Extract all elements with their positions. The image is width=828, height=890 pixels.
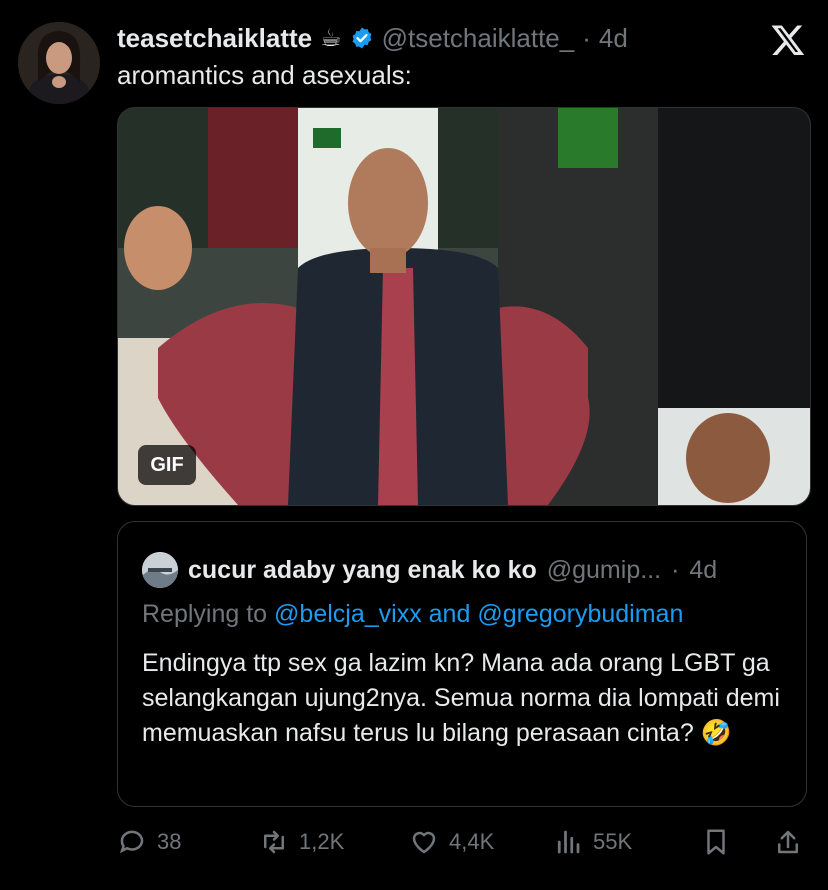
separator-dot: · bbox=[582, 22, 591, 53]
verified-badge-icon bbox=[350, 26, 374, 50]
views-button[interactable]: 55K bbox=[553, 822, 632, 862]
quoted-tweet[interactable]: cucur adaby yang enak ko ko @gumip... · … bbox=[117, 521, 807, 807]
repost-button[interactable]: 1,2K bbox=[259, 822, 344, 862]
views-count: 55K bbox=[593, 829, 633, 854]
quote-author-handle[interactable]: @gumip... bbox=[547, 556, 661, 585]
repost-count: 1,2K bbox=[299, 829, 345, 854]
gif-badge: GIF bbox=[138, 445, 196, 485]
quote-header: cucur adaby yang enak ko ko @gumip... · … bbox=[142, 552, 717, 588]
mention-gregorybudiman[interactable]: @gregorybudiman bbox=[477, 600, 683, 628]
coffee-emoji: ☕ bbox=[320, 24, 342, 52]
quote-separator-dot: · bbox=[671, 555, 680, 584]
quote-text: Endingya ttp sex ga lazim kn? Mana ada o… bbox=[142, 649, 780, 747]
bookmark-icon bbox=[707, 829, 725, 855]
author-avatar[interactable] bbox=[18, 22, 100, 104]
x-logo-icon[interactable] bbox=[770, 22, 806, 58]
action-bar: 38 1,2K 4,4K 55K bbox=[117, 822, 807, 862]
views-chart-icon bbox=[557, 830, 580, 854]
quote-timestamp[interactable]: 4d bbox=[689, 556, 717, 585]
share-icon bbox=[778, 830, 798, 854]
author-name[interactable]: teasetchaiklatte bbox=[117, 23, 312, 54]
tweet-header: teasetchaiklatte ☕ @tsetchaiklatte_ · 4d bbox=[117, 22, 628, 54]
tweet-gif-media[interactable]: GIF bbox=[117, 107, 811, 506]
mention-belcja[interactable]: @belcja_vixx bbox=[274, 600, 422, 628]
reply-icon bbox=[119, 830, 144, 854]
replying-to-label: Replying to bbox=[142, 600, 268, 628]
share-button[interactable] bbox=[773, 822, 803, 862]
quote-author-avatar[interactable] bbox=[142, 552, 178, 588]
replying-to-line: Replying to @belcja_vixx and @gregorybud… bbox=[142, 600, 683, 629]
repost-icon bbox=[264, 830, 284, 854]
like-button[interactable]: 4,4K bbox=[409, 822, 494, 862]
author-handle[interactable]: @tsetchaiklatte_ bbox=[382, 23, 575, 54]
reply-count: 38 bbox=[157, 829, 182, 854]
like-count: 4,4K bbox=[449, 829, 495, 854]
mention-and-word: and bbox=[428, 600, 471, 628]
reply-button[interactable]: 38 bbox=[117, 822, 181, 862]
heart-icon bbox=[412, 831, 436, 854]
quote-author-name[interactable]: cucur adaby yang enak ko ko bbox=[188, 556, 537, 585]
tweet-timestamp[interactable]: 4d bbox=[599, 23, 628, 54]
bookmark-button[interactable] bbox=[701, 822, 731, 862]
tweet-text: aromantics and asexuals: bbox=[117, 60, 412, 90]
